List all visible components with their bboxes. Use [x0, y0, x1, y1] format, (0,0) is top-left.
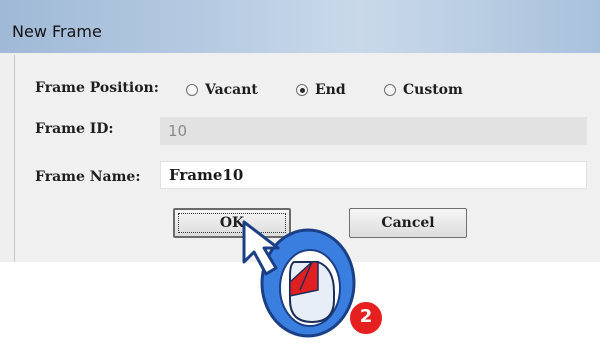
- cancel-button[interactable]: Cancel: [349, 208, 467, 238]
- radio-vacant[interactable]: Vacant: [186, 82, 258, 98]
- mouse-icon: [289, 261, 335, 324]
- frame-name-input[interactable]: Frame10: [160, 161, 587, 189]
- title-bar[interactable]: New Frame: [0, 0, 600, 53]
- radio-vacant-button[interactable]: [186, 84, 198, 96]
- frame-name-label: Frame Name:: [35, 169, 141, 185]
- window-title: New Frame: [12, 22, 102, 41]
- radio-custom[interactable]: Custom: [384, 82, 463, 98]
- frame-id-value: 10: [168, 122, 188, 140]
- frame-id-field: 10: [160, 117, 587, 145]
- frame-position-label: Frame Position:: [35, 80, 159, 96]
- frame-name-value: Frame10: [169, 166, 244, 184]
- radio-vacant-label: Vacant: [205, 82, 258, 98]
- radio-end-label: End: [315, 82, 346, 98]
- frame-id-label: Frame ID:: [35, 121, 114, 137]
- step-number: 2: [359, 306, 373, 327]
- cancel-button-label: Cancel: [381, 215, 435, 231]
- new-frame-dialog: New Frame Frame Position: Vacant End Cus…: [0, 0, 600, 262]
- ok-button[interactable]: OK: [173, 208, 291, 238]
- radio-custom-label: Custom: [403, 82, 463, 98]
- radio-end-button[interactable]: [296, 84, 308, 96]
- radio-end[interactable]: End: [296, 82, 346, 98]
- ok-button-label: OK: [219, 215, 245, 231]
- radio-custom-button[interactable]: [384, 84, 396, 96]
- dialog-body: Frame Position: Vacant End Custom Frame …: [14, 55, 600, 262]
